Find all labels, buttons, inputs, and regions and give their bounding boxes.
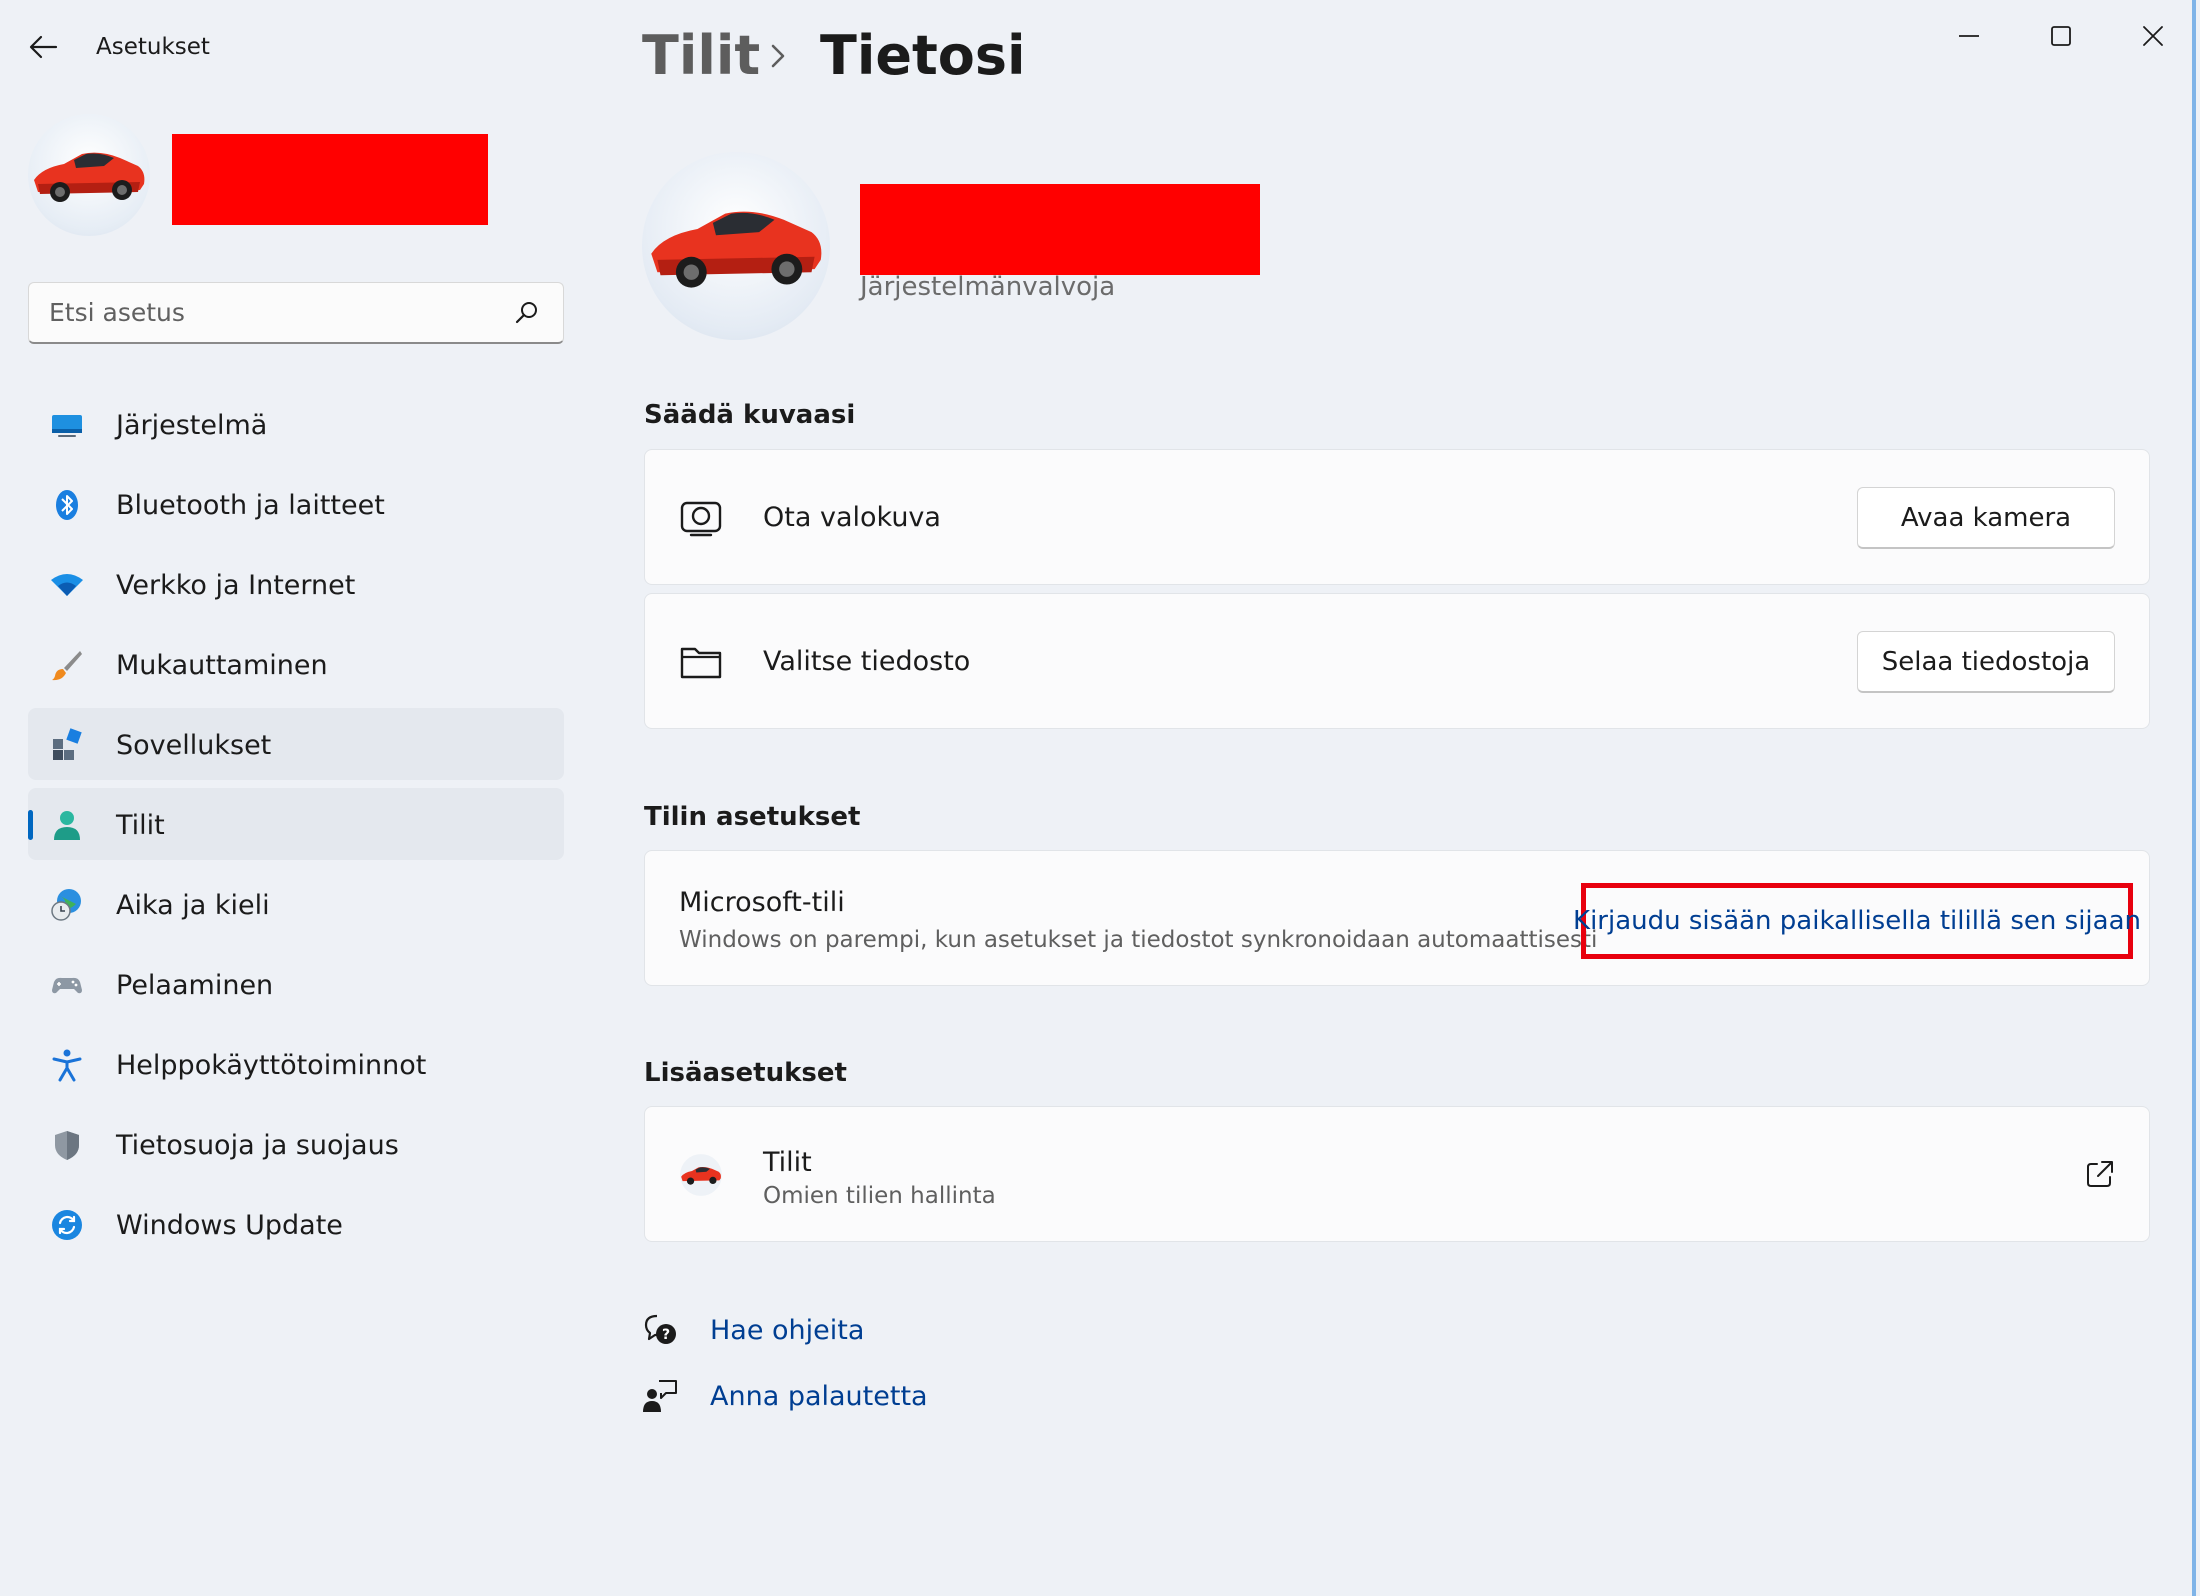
take-photo-card: Ota valokuva Avaa kamera <box>644 449 2150 585</box>
accounts-link-card[interactable]: Tilit Omien tilien hallinta <box>644 1106 2150 1242</box>
feedback-row[interactable]: Anna palautetta <box>642 1374 928 1418</box>
open-camera-button[interactable]: Avaa kamera <box>1857 487 2115 549</box>
sidebar-item-bluetooth[interactable]: Bluetooth ja laitteet <box>28 468 564 540</box>
sidebar-item-label: Pelaaminen <box>116 970 274 1001</box>
sidebar-item-label: Tilit <box>116 810 165 841</box>
paintbrush-icon <box>52 651 82 681</box>
local-account-signin-link[interactable]: Kirjaudu sisään paikallisella tilillä se… <box>1573 906 2141 936</box>
globe-clock-icon <box>51 889 81 921</box>
redacted-username <box>860 184 1260 275</box>
choose-file-card: Valitse tiedosto Selaa tiedostoja <box>644 593 2150 729</box>
sidebar-item-label: Aika ja kieli <box>116 890 270 921</box>
sidebar-item-network[interactable]: Verkko ja Internet <box>28 548 564 620</box>
microsoft-account-description: Windows on parempi, kun asetukset ja tie… <box>679 927 1598 953</box>
wifi-icon <box>51 574 83 596</box>
sidebar-avatar <box>28 114 150 236</box>
accounts-label: Tilit <box>763 1147 812 1178</box>
sidebar-item-label: Sovellukset <box>116 730 272 761</box>
car-avatar-icon <box>651 211 822 288</box>
highlight-box: Kirjaudu sisään paikallisella tilillä se… <box>1573 883 2141 959</box>
sidebar-item-label: Verkko ja Internet <box>116 570 356 601</box>
sidebar-item-label: Windows Update <box>116 1210 343 1241</box>
sidebar-item-windows-update[interactable]: Windows Update <box>28 1188 564 1260</box>
search-input[interactable] <box>49 283 509 341</box>
accounts-description: Omien tilien hallinta <box>763 1183 996 1209</box>
back-button[interactable] <box>26 30 60 64</box>
page-title: Tietosi <box>820 24 1026 87</box>
maximize-icon <box>2051 26 2071 46</box>
svg-text:?: ? <box>662 1327 670 1343</box>
section-title-photo: Säädä kuvaasi <box>644 400 856 430</box>
close-icon <box>2143 26 2163 46</box>
open-external-icon <box>2087 1161 2113 1187</box>
app-title: Asetukset <box>96 34 210 60</box>
sidebar-item-accessibility[interactable]: Helppokäyttötoiminnot <box>28 1028 564 1100</box>
sidebar-item-time-language[interactable]: Aika ja kieli <box>28 868 564 940</box>
get-help-link[interactable]: Hae ohjeita <box>710 1315 864 1346</box>
system-display-icon <box>52 415 82 437</box>
sidebar-item-label: Helppokäyttötoiminnot <box>116 1050 427 1081</box>
sidebar-item-gaming[interactable]: Pelaaminen <box>28 948 564 1020</box>
sidebar-nav: Järjestelmä Bluetooth ja laitteet Verkko… <box>28 388 564 1268</box>
arrow-left-icon <box>29 35 58 59</box>
camera-icon <box>680 501 722 537</box>
sidebar-item-label: Järjestelmä <box>116 410 268 441</box>
search-icon[interactable] <box>513 299 541 327</box>
windows-update-icon <box>52 1210 82 1240</box>
sidebar-item-label: Tietosuoja ja suojaus <box>116 1130 399 1161</box>
sidebar-item-label: Bluetooth ja laitteet <box>116 490 385 521</box>
sidebar-item-system[interactable]: Järjestelmä <box>28 388 564 460</box>
account-role: Järjestelmänvalvoja <box>860 272 1116 302</box>
microsoft-account-label: Microsoft-tili <box>679 887 845 918</box>
sidebar-item-accounts[interactable]: Tilit <box>28 788 564 860</box>
sidebar-item-personalization[interactable]: Mukauttaminen <box>28 628 564 700</box>
browse-files-button[interactable]: Selaa tiedostoja <box>1857 631 2115 693</box>
feedback-link[interactable]: Anna palautetta <box>710 1381 928 1412</box>
sidebar-item-label: Mukauttaminen <box>116 650 328 681</box>
shield-icon <box>55 1131 79 1160</box>
car-avatar-icon <box>34 152 145 202</box>
section-title-account: Tilin asetukset <box>644 802 861 832</box>
profile-avatar <box>642 152 830 340</box>
minimize-button[interactable] <box>1934 12 2004 60</box>
minimize-icon <box>1959 35 1979 37</box>
section-title-more: Lisäasetukset <box>644 1058 847 1088</box>
car-avatar-icon <box>680 1154 722 1196</box>
maximize-button[interactable] <box>2026 12 2096 60</box>
sidebar-item-apps[interactable]: Sovellukset <box>28 708 564 780</box>
feedback-icon <box>643 1380 677 1412</box>
apps-icon <box>53 728 82 760</box>
chevron-right-icon <box>771 44 785 68</box>
help-chat-icon: ? <box>644 1314 676 1344</box>
folder-icon <box>680 647 722 679</box>
get-help-row[interactable]: ? Hae ohjeita <box>642 1308 864 1352</box>
person-icon <box>54 811 80 840</box>
breadcrumb-parent[interactable]: Tilit <box>642 24 760 87</box>
close-button[interactable] <box>2118 12 2188 60</box>
choose-file-label: Valitse tiedosto <box>763 646 971 677</box>
gamepad-icon <box>52 977 82 994</box>
bluetooth-icon <box>56 490 78 520</box>
search-box[interactable] <box>28 282 564 344</box>
accessibility-icon <box>52 1049 82 1082</box>
microsoft-account-card: Microsoft-tili Windows on parempi, kun a… <box>644 850 2150 986</box>
redacted-username <box>172 134 488 225</box>
sidebar-item-privacy-security[interactable]: Tietosuoja ja suojaus <box>28 1108 564 1180</box>
settings-window: Asetukset Etsi asetus Järjestelmä Blueto… <box>0 0 2196 1596</box>
take-photo-label: Ota valokuva <box>763 502 941 533</box>
